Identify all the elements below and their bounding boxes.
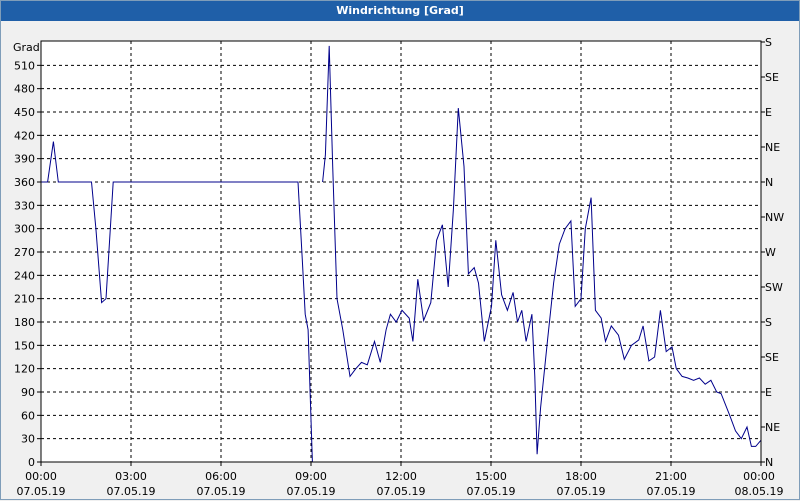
y-tick-label: 90 [21, 386, 35, 399]
y-tick-label: 420 [14, 129, 35, 142]
x-tick-time: 03:00 [115, 470, 147, 483]
x-tick-time: 06:00 [205, 470, 237, 483]
x-tick-time: 00:00 [25, 470, 57, 483]
x-tick-date: 07.05.19 [107, 485, 156, 498]
compass-label: N [765, 456, 773, 469]
compass-label: NW [765, 211, 784, 224]
x-tick-date: 07.05.19 [197, 485, 246, 498]
y-tick-label: 510 [14, 59, 35, 72]
y-tick-label: 150 [14, 339, 35, 352]
y-tick-label: 240 [14, 269, 35, 282]
compass-label: S [765, 316, 772, 329]
compass-label: E [765, 386, 772, 399]
compass-label: SE [765, 71, 779, 84]
y-tick-label: 390 [14, 153, 35, 166]
x-tick-time: 12:00 [385, 470, 417, 483]
y-tick-label: 30 [21, 433, 35, 446]
y-tick-label: 60 [21, 409, 35, 422]
y-axis-left: 0 30 60 90 120 150 180 210 240 270 300 330 360 390 420… [14, 59, 41, 469]
y-tick-label: 480 [14, 83, 35, 96]
compass-label: W [765, 246, 776, 259]
x-tick-date: 07.05.19 [647, 485, 696, 498]
compass-label: E [765, 106, 772, 119]
y-tick-label: 330 [14, 199, 35, 212]
x-tick-date: 07.05.19 [557, 485, 606, 498]
y-tick-label: 300 [14, 223, 35, 236]
y-tick-label: 450 [14, 106, 35, 119]
chart-window: Windrichtung [Grad] 0 30 60 90 120 150 180 210 2… [0, 0, 800, 500]
y-axis-label: Grad [13, 41, 40, 54]
compass-label: SE [765, 351, 779, 364]
y-tick-label: 360 [14, 176, 35, 189]
x-tick-time: 18:00 [565, 470, 597, 483]
x-tick-time: 15:00 [475, 470, 507, 483]
compass-label: S [765, 36, 772, 49]
compass-label: SW [765, 281, 783, 294]
y-tick-label: 270 [14, 246, 35, 259]
compass-label: NE [765, 421, 780, 434]
y-tick-label: 120 [14, 363, 35, 376]
y-tick-label: 180 [14, 316, 35, 329]
compass-label: N [765, 176, 773, 189]
x-tick-time: 21:00 [655, 470, 687, 483]
y-tick-label: 210 [14, 293, 35, 306]
y-tick-label: 0 [28, 456, 35, 469]
x-tick-date: 08.05.19 [735, 485, 784, 498]
x-tick-date: 07.05.19 [467, 485, 516, 498]
x-axis: 00:00 07.05.19 03:00 07.05.19 06:00 07.05.19 0… [17, 462, 784, 498]
x-tick-time: 00:00 [743, 470, 775, 483]
x-tick-date: 07.05.19 [287, 485, 336, 498]
x-tick-date: 07.05.19 [17, 485, 66, 498]
wind-direction-chart: 0 30 60 90 120 150 180 210 240 270 300 330 360 390 420… [13, 36, 784, 498]
compass-label: NE [765, 141, 780, 154]
x-tick-time: 09:00 [295, 470, 327, 483]
y-axis-right: N NE E SE S SW W NW N NE E SE S [761, 36, 784, 469]
x-tick-date: 07.05.19 [377, 485, 426, 498]
